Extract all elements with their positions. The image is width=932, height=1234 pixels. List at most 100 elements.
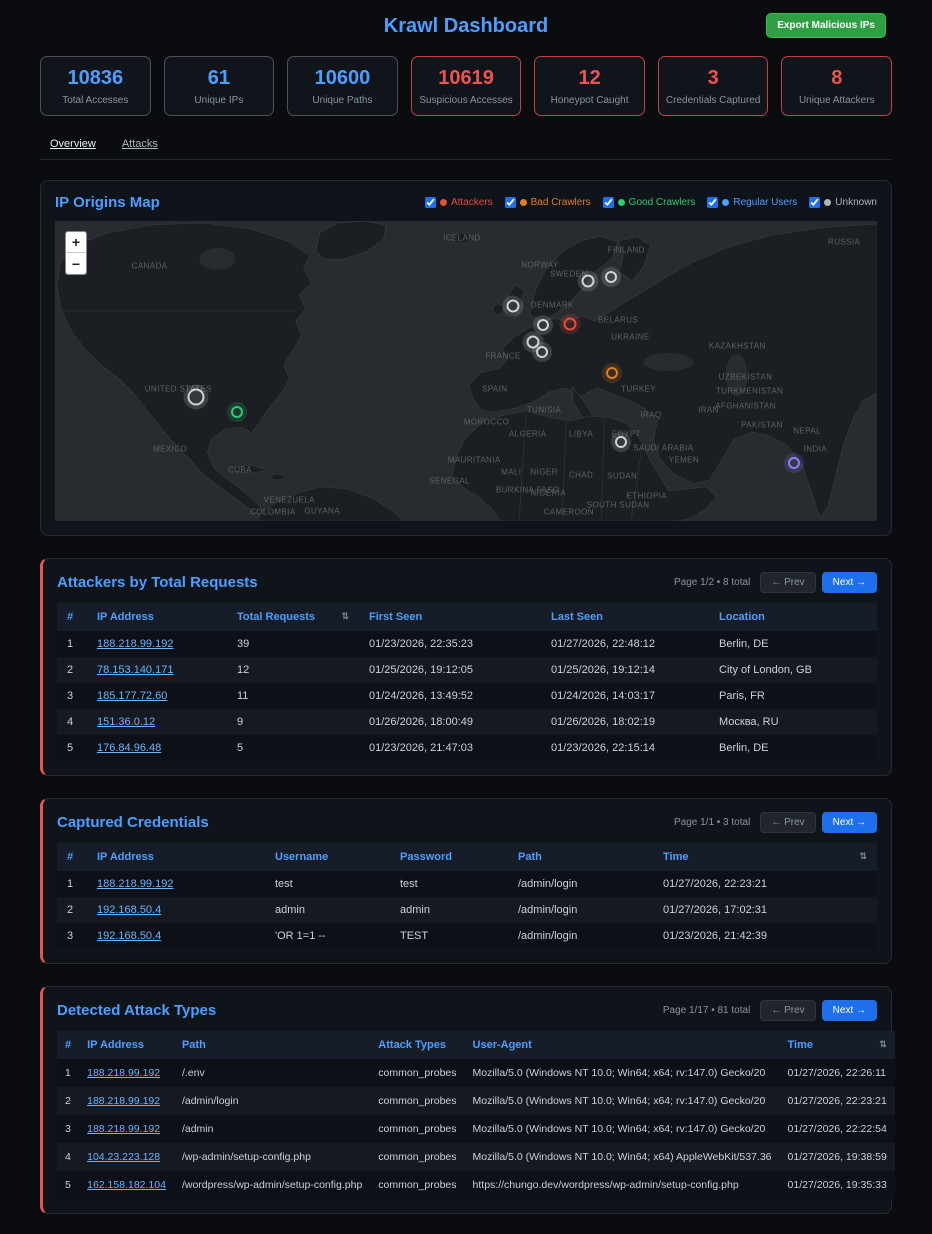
table-cell: 01/27/2026, 22:23:21 — [653, 871, 877, 897]
table-cell: 01/27/2026, 17:02:31 — [653, 897, 877, 923]
map-marker-unknown[interactable] — [537, 319, 549, 331]
ip-link[interactable]: 188.218.99.192 — [97, 878, 173, 890]
zoom-out-button[interactable]: − — [66, 253, 86, 274]
column-header-first-seen[interactable]: First Seen — [359, 603, 541, 631]
table-cell: 3 — [57, 683, 87, 709]
map-marker-unknown[interactable] — [581, 275, 594, 288]
table-cell: 2 — [57, 897, 87, 923]
ip-link[interactable]: 162.158.182.104 — [87, 1179, 166, 1191]
table-cell: common_probes — [370, 1087, 464, 1115]
legend-item-unknown[interactable]: Unknown — [809, 197, 877, 208]
page-title: Krawl Dashboard — [40, 8, 892, 44]
ip-link[interactable]: 104.23.223.128 — [87, 1151, 160, 1163]
ip-link[interactable]: 185.177.72.60 — [97, 690, 167, 702]
column-header-time[interactable]: Time⇅ — [653, 843, 877, 871]
column-header-ip-address[interactable]: IP Address — [87, 843, 265, 871]
column-header-password[interactable]: Password — [390, 843, 508, 871]
header: Krawl Dashboard Export Malicious IPs — [40, 8, 892, 46]
sort-icon[interactable]: ⇅ — [341, 611, 349, 622]
column-header-attack-types[interactable]: Attack Types — [370, 1031, 464, 1059]
credentials-table: #IP AddressUsernamePasswordPathTime⇅ 118… — [57, 843, 877, 949]
ip-link[interactable]: 151.36.0.12 — [97, 716, 155, 728]
column-header-username[interactable]: Username — [265, 843, 390, 871]
sort-icon[interactable]: ⇅ — [879, 1039, 887, 1050]
prev-button[interactable]: ← Prev — [760, 812, 815, 833]
next-button[interactable]: Next → — [822, 812, 877, 833]
table-cell: admin — [390, 897, 508, 923]
stat-card-honeypot-caught: 12Honeypot Caught — [534, 56, 645, 116]
next-button[interactable]: Next → — [822, 572, 877, 593]
table-cell: 5 — [57, 1171, 79, 1199]
map-marker-unknown[interactable] — [506, 299, 519, 312]
column-header-ip-address[interactable]: IP Address — [87, 603, 227, 631]
column-header-ip-address[interactable]: IP Address — [79, 1031, 174, 1059]
legend-dot — [824, 199, 831, 206]
tab-attacks[interactable]: Attacks — [122, 138, 158, 150]
map-marker-unknown[interactable] — [615, 436, 627, 448]
ip-link[interactable]: 188.218.99.192 — [97, 638, 173, 650]
prev-button[interactable]: ← Prev — [760, 1000, 815, 1021]
ip-link[interactable]: 192.168.50.4 — [97, 904, 161, 916]
world-map[interactable]: CANADAICELANDUNITED STATESMEXICOCUBAVENE… — [55, 221, 877, 521]
table-row: 4151.36.0.12901/26/2026, 18:00:4901/26/2… — [57, 709, 877, 735]
table-cell: 'OR 1=1 -- — [265, 923, 390, 949]
ip-link[interactable]: 192.168.50.4 — [97, 930, 161, 942]
column-header-total-requests[interactable]: Total Requests⇅ — [227, 603, 359, 631]
pagination-info: Page 1/2 • 8 total — [674, 577, 750, 588]
legend-checkbox[interactable] — [603, 197, 614, 208]
table-row: 2192.168.50.4adminadmin/admin/login01/27… — [57, 897, 877, 923]
map-marker-attacker[interactable] — [564, 317, 577, 330]
legend-checkbox[interactable] — [809, 197, 820, 208]
column-header-[interactable]: # — [57, 1031, 79, 1059]
attackers-pagination: Page 1/2 • 8 total ← Prev Next → — [674, 572, 877, 593]
zoom-in-button[interactable]: + — [66, 232, 86, 253]
legend-checkbox[interactable] — [505, 197, 516, 208]
ip-link[interactable]: 78.153.140.171 — [97, 664, 173, 676]
ip-link[interactable]: 188.218.99.192 — [87, 1123, 160, 1135]
column-header-last-seen[interactable]: Last Seen — [541, 603, 709, 631]
stat-value: 61 — [168, 67, 271, 90]
table-cell: 2 — [57, 1087, 79, 1115]
column-header-[interactable]: # — [57, 603, 87, 631]
map-marker-bad-crawler[interactable] — [606, 367, 618, 379]
table-cell: TEST — [390, 923, 508, 949]
tab-overview[interactable]: Overview — [50, 138, 96, 150]
credentials-title: Captured Credentials — [57, 814, 209, 831]
map-marker-good-crawler[interactable] — [231, 406, 243, 418]
map-marker-regular-user[interactable] — [788, 457, 800, 469]
next-button[interactable]: Next → — [822, 1000, 877, 1021]
legend-checkbox[interactable] — [707, 197, 718, 208]
map-marker-unknown[interactable] — [605, 271, 617, 283]
prev-button[interactable]: ← Prev — [760, 572, 815, 593]
column-header-path[interactable]: Path — [174, 1031, 370, 1059]
map-marker-unknown[interactable] — [536, 346, 548, 358]
legend-label: Bad Crawlers — [531, 197, 591, 208]
table-cell: 192.168.50.4 — [87, 897, 265, 923]
table-cell: /admin — [174, 1115, 370, 1143]
table-cell: /admin/login — [508, 923, 653, 949]
legend-item-bad-crawlers[interactable]: Bad Crawlers — [505, 197, 591, 208]
column-header-time[interactable]: Time⇅ — [780, 1031, 895, 1059]
ip-link[interactable]: 188.218.99.192 — [87, 1067, 160, 1079]
column-header-user-agent[interactable]: User-Agent — [465, 1031, 780, 1059]
ip-link[interactable]: 176.84.96.48 — [97, 742, 161, 754]
column-header-path[interactable]: Path — [508, 843, 653, 871]
table-cell: Paris, FR — [709, 683, 877, 709]
map-marker-unknown[interactable] — [187, 389, 204, 406]
table-cell: 185.177.72.60 — [87, 683, 227, 709]
column-header-location[interactable]: Location — [709, 603, 877, 631]
legend-item-attackers[interactable]: Attackers — [425, 197, 493, 208]
table-cell: common_probes — [370, 1171, 464, 1199]
ip-link[interactable]: 188.218.99.192 — [87, 1095, 160, 1107]
legend-item-good-crawlers[interactable]: Good Crawlers — [603, 197, 696, 208]
table-row: 3185.177.72.601101/24/2026, 13:49:5201/2… — [57, 683, 877, 709]
sort-icon[interactable]: ⇅ — [859, 851, 867, 862]
table-cell: 1 — [57, 631, 87, 657]
stats-row: 10836Total Accesses61Unique IPs10600Uniq… — [40, 56, 892, 116]
export-malicious-ips-button[interactable]: Export Malicious IPs — [766, 13, 886, 38]
legend-item-regular-users[interactable]: Regular Users — [707, 197, 797, 208]
legend-checkbox[interactable] — [425, 197, 436, 208]
table-cell: 176.84.96.48 — [87, 735, 227, 761]
column-header-[interactable]: # — [57, 843, 87, 871]
table-cell: 2 — [57, 657, 87, 683]
